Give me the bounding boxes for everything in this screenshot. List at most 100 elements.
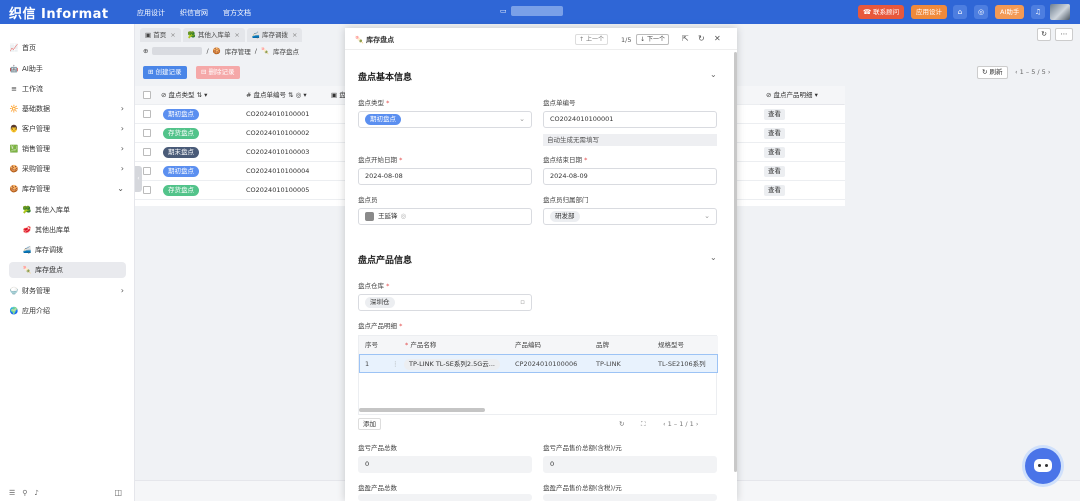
close-icon[interactable]: × [234,31,239,39]
sidebar-item-customers[interactable]: 👨 客户管理 › [9,121,127,137]
sidebar-item-basic-data[interactable]: 🔆 基础数据 › [9,101,127,117]
sidebar-item-home[interactable]: 📈 首页 [9,40,127,56]
sidebar-item-other-outbound[interactable]: 🥩 其他出库单 [22,222,126,238]
type-label: 盘点类型 * [358,99,390,107]
end-date-field[interactable]: 2024-08-09 [543,168,717,185]
user-avatar[interactable] [1050,4,1070,20]
app-logo[interactable]: 织信 Informat [9,3,109,22]
add-row-button[interactable]: 添加 [358,418,381,430]
topnav-website[interactable]: 织信官网 [180,8,208,18]
chevron-down-icon[interactable]: ⌄ [710,253,717,262]
sidebar-item-purchasing[interactable]: 🍪 采购管理 › [9,161,127,177]
row-checkbox[interactable] [143,129,151,137]
sidebar-item-label: 采购管理 [22,165,50,173]
chevron-down-icon[interactable]: ⌄ [710,70,717,79]
column-header-details[interactable]: ⊘ 盘点产品明细 ▾ [760,86,844,105]
refresh-icon[interactable]: ↻ [619,420,624,428]
close-icon[interactable]: × [170,31,175,39]
sidebar-footer-icons[interactable]: ☰⚲♪ [9,489,46,497]
staff-avatar [365,211,374,221]
ai-assistant-button[interactable]: AI助手 [995,5,1025,19]
header-product-name: * 产品名称 [405,341,437,349]
column-header-code[interactable]: # 盘点单编号 ⇅ ◎ ▾ [246,86,307,105]
tab-bar: ▣ 首页 × 🥦 其他入库单 × 🚄 库存调拨 × [140,28,303,42]
modal-scrollbar[interactable] [734,52,737,472]
type-badge: 存货盘点 [163,128,199,139]
sidebar-item-other-inbound[interactable]: 🥦 其他入库单 [22,202,126,218]
breadcrumb-sep: / [254,47,257,55]
open-external-icon[interactable]: ⇱ [682,34,689,43]
row-checkbox[interactable] [143,110,151,118]
contact-button[interactable]: ☎ 联系顾问 [858,5,905,19]
ai-assistant-fab[interactable] [1025,448,1061,484]
home-icon[interactable]: ⌂ [953,5,967,19]
next-page-icon[interactable]: › [1046,68,1051,76]
refresh-button[interactable]: ↻ 刷新 [977,66,1008,79]
column-header-type[interactable]: ⊘ 盘点类型 ⇅ ▾ [161,86,207,105]
drag-handle-icon[interactable]: ⋮ [392,355,399,373]
select-all-checkbox[interactable] [143,91,151,99]
sidebar-item-sales[interactable]: 💹 销售管理 › [9,141,127,157]
tab-home[interactable]: ▣ 首页 × [140,28,181,42]
details-cell: 查看 [760,181,844,200]
row-checkbox[interactable] [143,186,151,194]
more-icon[interactable]: ⋯ [1055,28,1073,41]
workspace-name [510,6,563,16]
breadcrumb: ⊕ / 🍪 库存管理 / 🍡 库存盘点 [143,46,299,56]
prev-record-button[interactable]: ↑ 上一个 [575,34,608,45]
breadcrumb-inventory[interactable]: 库存管理 [225,46,251,56]
sidebar-item-stocktake[interactable]: 🍡 库存盘点 [9,262,126,278]
view-button[interactable]: 查看 [764,185,785,196]
workspace-switcher[interactable]: ▭ [500,6,563,16]
type-select[interactable]: 期初盘点 ⌄ [358,111,532,128]
app-design-button[interactable]: 应用设计 [911,5,947,19]
collapse-sidebar-icon[interactable]: ◫ [114,488,122,497]
dept-select[interactable]: 研发部 ⌄ [543,208,717,225]
sidebar-item-app-intro[interactable]: 🌍 应用介绍 [9,303,127,319]
close-icon[interactable]: ✕ [714,34,721,43]
sidebar-item-ai[interactable]: 🤖 AI助手 [9,61,127,77]
row-checkbox[interactable] [143,167,151,175]
next-page-icon[interactable]: › [694,420,699,428]
delete-record-button[interactable]: ⊟ 删除记录 [196,66,240,79]
table-row[interactable]: 1 ⋮ TP-LINK TL-SE系列2.5G云... CP2024010100… [359,354,718,373]
column-header-next[interactable]: ▣ 盘 [331,86,346,105]
breadcrumb-stocktake[interactable]: 库存盘点 [273,46,299,56]
topnav-design[interactable]: 应用设计 [137,8,165,18]
collapse-handle[interactable]: ‹ [135,166,142,192]
info-icon[interactable]: ◎ [974,5,988,19]
sidebar-item-finance[interactable]: 🍚 财务管理 › [9,283,127,299]
loss-amount-field: 0 [543,456,717,473]
filter-icon: ⇅ ▾ [194,91,208,99]
topnav-docs[interactable]: 官方文档 [223,8,251,18]
pager[interactable]: ‹ 1 – 5 / 5 › [1015,68,1050,76]
sidebar-item-transfer[interactable]: 🚄 库存调拨 [22,242,126,258]
staff-select[interactable]: 王延锋 ◎ [358,208,532,225]
view-button[interactable]: 查看 [764,128,785,139]
start-date-field[interactable]: 2024-08-08 [358,168,532,185]
fullscreen-icon[interactable]: ⛶ [641,420,646,429]
close-icon[interactable]: × [292,31,297,39]
next-record-button[interactable]: ↓ 下一个 [636,34,669,45]
breadcrumb-app[interactable] [152,47,203,55]
refresh-icon[interactable]: ↻ [698,34,705,43]
view-button[interactable]: 查看 [764,147,785,158]
code-field[interactable]: CO2024010100001 [543,111,717,128]
sidebar-item-inventory[interactable]: 🍪 库存管理 ⌄ [9,181,127,197]
view-button[interactable]: 查看 [764,109,785,120]
tab-transfer[interactable]: 🚄 库存调拨 × [246,28,303,42]
row-checkbox[interactable] [143,148,151,156]
reload-icon[interactable]: ↻ [1037,28,1051,41]
bell-icon[interactable]: ♫ [1031,5,1045,19]
create-record-button[interactable]: ⊞ 创建记录 [143,66,187,79]
section-product-info-title: 盘点产品信息 [358,256,413,266]
details-cell: 查看 [760,124,844,143]
tab-other-inbound[interactable]: 🥦 其他入库单 × [182,28,245,42]
sidebar-item-workflow[interactable]: ≡ 工作流 [9,81,127,97]
view-button[interactable]: 查看 [764,166,785,177]
detail-scrollbar[interactable] [359,408,485,412]
warehouse-select[interactable]: 深圳仓 ▫ [358,294,532,311]
bowl-icon: 🍚 [9,287,19,295]
detail-pager[interactable]: ‹ 1 – 1 / 1 › [663,420,698,428]
header-product-code: 产品编码 [515,341,541,349]
